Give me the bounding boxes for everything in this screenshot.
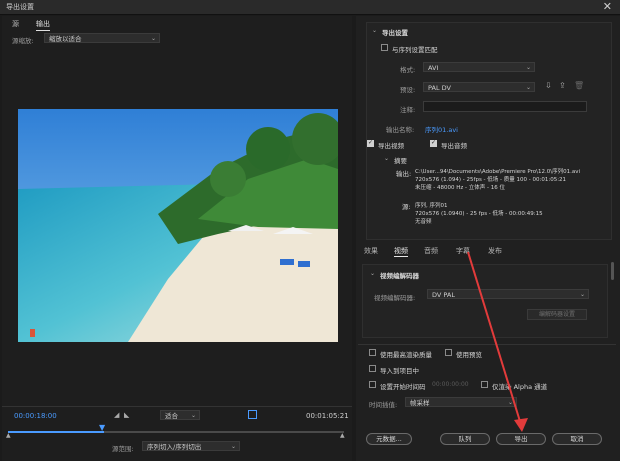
out-point-handle-icon[interactable]: ▲ [340,432,345,439]
codec-settings-button[interactable]: 编解码器设置 [527,309,587,320]
render-alpha-only-checkbox[interactable] [481,381,488,388]
export-audio-checkbox[interactable] [430,139,437,147]
scrollbar-thumb[interactable] [611,262,614,280]
time-interpolation-dropdown[interactable]: 帧采样 ⌄ [405,397,517,407]
collapse-icon[interactable]: ⌄ [372,27,377,34]
summary-output-label: 输出: [396,170,412,178]
chevron-down-icon: ⌄ [150,35,156,42]
tab-video[interactable]: 视频 [394,246,408,257]
import-into-project-checkbox[interactable] [369,365,376,372]
preset-value: PAL DV [428,84,451,92]
output-name-link[interactable]: 序列01.avi [425,124,458,134]
save-preset-icon[interactable]: ⇩ [545,81,552,90]
codec-collapse-icon[interactable]: ⌄ [370,270,375,277]
mark-out-icon[interactable]: ◣ [124,411,129,419]
max-render-quality-label: 使用最高渲染质量 [380,351,432,359]
close-icon[interactable]: ✕ [603,0,612,13]
timecode-in: 00:00:18:00 [14,412,57,420]
source-scale-label: 源缩放: [12,37,34,45]
queue-button[interactable]: 队列 [440,433,490,445]
summary-collapse-icon[interactable]: ⌄ [384,155,389,162]
use-previews-label: 使用预览 [456,351,482,359]
video-codec-header: 视频编解码器 [380,272,419,280]
timeline-divider [2,406,352,407]
summary-header: 摘要 [394,157,407,165]
chevron-down-icon: ⌄ [525,84,531,91]
delete-preset-icon[interactable]: 🗑 [574,81,584,90]
summary-source-specs: 720x576 (1.0940) - 25 fps - 低场 - 00:00:4… [415,211,543,217]
window-title: 导出设置 [6,3,34,11]
render-alpha-only-label: 仅渲染 Alpha 通道 [492,383,548,391]
chevron-down-icon: ⌄ [190,412,196,419]
summary-source-name: 序列, 序列01 [415,203,448,209]
tab-audio[interactable]: 音频 [424,246,438,256]
format-value: AVI [428,64,439,72]
metadata-button[interactable]: 元数据... [366,433,412,445]
format-label: 格式: [400,66,416,74]
tab-output[interactable]: 输出 [36,19,50,31]
options-divider [358,344,616,345]
summary-source-label: 源: [402,203,411,211]
playhead-icon[interactable]: ▼ [99,423,105,432]
fit-dropdown[interactable]: 适合 ⌄ [160,410,200,420]
export-audio-label: 导出音频 [441,142,467,150]
chevron-down-icon: ⌄ [230,443,236,450]
export-video-checkbox[interactable] [367,139,374,147]
tab-effects[interactable]: 效果 [364,246,378,256]
export-video-label: 导出视频 [378,142,404,150]
chevron-down-icon: ⌄ [525,64,531,71]
max-render-quality-checkbox[interactable] [369,349,376,356]
import-preset-icon[interactable]: ⇪ [559,81,566,90]
video-preview [18,109,338,342]
output-name-label: 输出名称: [386,126,415,134]
range-dropdown[interactable]: 序列切入/序列切出 ⌄ [142,441,240,451]
beach-preview-image [18,109,338,342]
range-value: 序列切入/序列切出 [147,443,202,451]
preset-dropdown[interactable]: PAL DV ⌄ [423,82,535,92]
export-settings-header: 导出设置 [382,29,408,37]
import-into-project-label: 导入到项目中 [380,367,419,375]
use-previews-checkbox[interactable] [445,349,452,356]
crop-icon[interactable] [248,410,257,419]
summary-output-path: C:\User...94\Documents\Adobe\Premiere Pr… [415,169,581,175]
cancel-button[interactable]: 取消 [552,433,602,445]
comments-label: 注释: [400,106,416,114]
codec-label: 视频编解码器: [374,294,416,302]
summary-source-audio: 无音频 [415,219,432,225]
chevron-down-icon: ⌄ [579,291,585,298]
tab-source[interactable]: 源 [12,19,19,29]
mark-in-icon[interactable]: ◢ [114,411,119,419]
timeline-progress [8,431,104,433]
codec-value: DV PAL [432,291,455,299]
start-timecode-value[interactable]: 00:00:00:00 [432,381,469,388]
time-interpolation-label: 时间插值: [369,401,398,409]
tab-publish[interactable]: 发布 [488,246,502,256]
source-scale-value: 缩放以适合 [49,35,82,43]
summary-output-audio: 未压缩 - 48000 Hz - 立体声 - 16 位 [415,185,505,191]
codec-dropdown[interactable]: DV PAL ⌄ [427,289,589,299]
timecode-out: 00:01:05:21 [306,412,349,420]
tab-captions[interactable]: 字幕 [456,246,470,256]
set-start-timecode-checkbox[interactable] [369,381,376,388]
summary-output-specs: 720x576 (1.094) - 25fps - 低场 - 质量 100 - … [415,177,567,183]
format-dropdown[interactable]: AVI ⌄ [423,62,535,72]
set-start-timecode-label: 设置开始时间码 [380,383,426,391]
range-label: 源范围: [112,445,134,453]
time-interpolation-value: 帧采样 [410,399,430,407]
preset-label: 预设: [400,86,416,94]
source-scale-dropdown[interactable]: 缩放以适合 ⌄ [44,33,160,43]
export-button[interactable]: 导出 [496,433,546,445]
in-point-handle-icon[interactable]: ▲ [6,432,11,439]
match-sequence-checkbox[interactable] [381,44,388,51]
match-sequence-label: 与序列设置匹配 [392,46,438,54]
title-bar: 导出设置 ✕ [0,0,620,15]
fit-value: 适合 [165,412,178,420]
comments-input[interactable] [423,101,587,112]
chevron-down-icon: ⌄ [507,399,513,406]
